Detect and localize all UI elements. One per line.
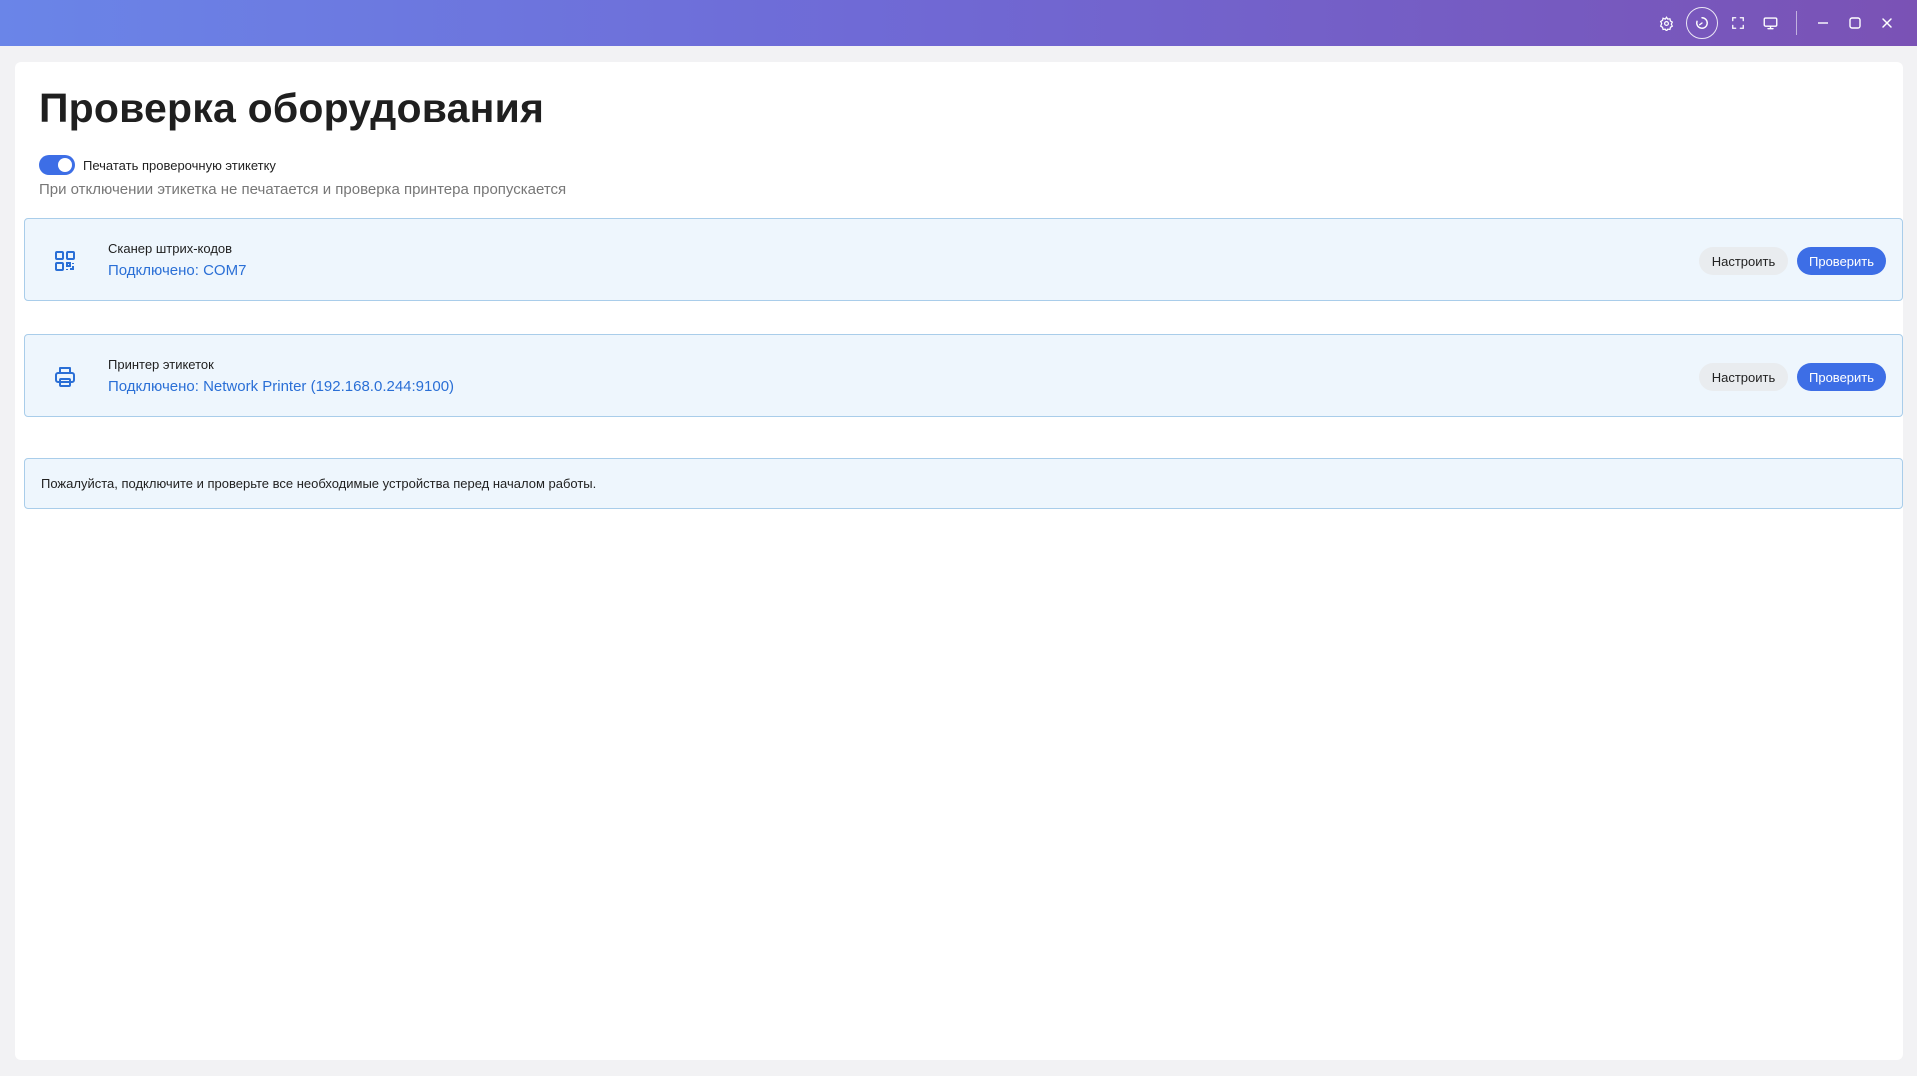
gear-icon[interactable] <box>1650 7 1682 39</box>
configure-printer-button[interactable]: Настроить <box>1699 363 1788 391</box>
printer-icon <box>53 365 77 389</box>
print-label-toggle-row: Печатать проверочную этикетку <box>39 155 1879 176</box>
device-status: Подключено: COM7 <box>108 262 247 279</box>
toggle-label: Печатать проверочную этикетку <box>83 157 276 173</box>
fullscreen-icon[interactable] <box>1722 7 1754 39</box>
clock-icon[interactable] <box>1686 7 1718 39</box>
device-name: Сканер штрих-кодов <box>108 241 233 256</box>
print-label-toggle[interactable] <box>39 155 75 176</box>
title-bar-controls <box>1650 0 1903 46</box>
device-card-printer: Принтер этикеток Подключено: Network Pri… <box>24 334 1903 417</box>
main-panel: Проверка оборудования Печатать проверочн… <box>15 62 1903 1060</box>
toggle-hint: При отключении этикетка не печатается и … <box>39 181 567 199</box>
monitor-icon[interactable] <box>1754 7 1786 39</box>
info-message: Пожалуйста, подключите и проверьте все н… <box>24 458 1903 509</box>
title-bar <box>0 0 1917 46</box>
page-title: Проверка оборудования <box>39 85 545 131</box>
device-card-scanner: Сканер штрих-кодов Подключено: COM7 Наст… <box>24 218 1903 301</box>
maximize-icon[interactable] <box>1839 7 1871 39</box>
configure-scanner-button[interactable]: Настроить <box>1699 247 1788 275</box>
device-name: Принтер этикеток <box>108 357 214 372</box>
close-icon[interactable] <box>1871 7 1903 39</box>
minimize-icon[interactable] <box>1807 7 1839 39</box>
device-status: Подключено: Network Printer (192.168.0.2… <box>108 378 455 395</box>
qr-code-icon <box>53 249 77 273</box>
check-scanner-button[interactable]: Проверить <box>1797 247 1886 275</box>
title-bar-divider <box>1796 11 1797 35</box>
toggle-knob <box>58 158 72 173</box>
check-printer-button[interactable]: Проверить <box>1797 363 1886 391</box>
